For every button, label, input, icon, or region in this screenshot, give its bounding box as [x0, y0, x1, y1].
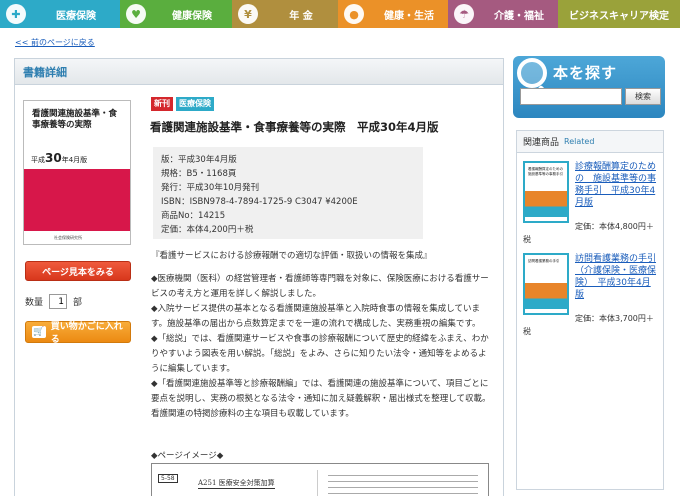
related-tax: 税: [523, 327, 531, 336]
search-panel: 本を探す 検索: [513, 56, 665, 118]
nav-item-label: 健康保険: [172, 10, 212, 22]
nav-item-business-career[interactable]: ビジネスキャリア検定: [558, 0, 680, 28]
related-link[interactable]: 訪問看護業務の手引（介護保険・医療保険） 平成30年4月版: [575, 253, 659, 301]
cover-red-band: [24, 169, 130, 231]
page-image-preview: 5-58 A251 医療安全対策加算: [151, 463, 489, 496]
spec-format: 規格：B5・1168頁: [161, 169, 237, 179]
new-badge: 新刊: [151, 97, 173, 111]
cross-icon: ✚: [6, 4, 26, 24]
spec-edition: 版：平成30年4月版: [161, 155, 237, 165]
related-products: 関連商品 Related 看護報酬算定のための施設基準等の事務手引 診療報酬算定…: [516, 130, 664, 490]
related-price: 定価：本体4,800円＋: [575, 222, 654, 231]
description-paragraph: ◆「看護関連施設基準等と診療報酬編」では、看護関連の施設基準について、項目ごとに…: [151, 379, 491, 419]
spec-product-no: 商品No：14215: [161, 211, 226, 221]
category-badge: 医療保険: [176, 97, 214, 111]
quantity-input[interactable]: [49, 294, 68, 309]
cover-edition: 平成30年4月版: [31, 151, 123, 167]
page-image-label: ◆ページイメージ◆: [151, 451, 224, 461]
nav-item-health-insurance[interactable]: ♥ 健康保険: [120, 0, 232, 28]
quantity-label: 数量: [25, 298, 44, 308]
related-title-en: Related: [564, 137, 595, 146]
related-price: 定価：本体3,700円＋: [575, 314, 654, 323]
description-paragraph: ◆医療機関（医科）の経営管理者・看護師等専門職を対象に、保険医療における看護サー…: [151, 274, 489, 299]
add-to-cart-label: 買い物かごに入れる: [50, 322, 123, 345]
nav-item-label: 年 金: [289, 10, 313, 22]
view-sample-button[interactable]: ページ見本をみる: [25, 261, 131, 281]
cover-publisher: 社会保険研究所: [54, 235, 82, 240]
related-link[interactable]: 診療報酬算定のための 施設基準等の事務手引 平成30年4月版: [575, 161, 659, 209]
related-thumbnail[interactable]: 看護報酬算定のための施設基準等の事務手引: [523, 161, 569, 223]
nav-item-pension[interactable]: ¥ 年 金: [232, 0, 338, 28]
nav-item-label: 健康・生活: [384, 10, 434, 22]
quantity-row: 数量 部: [25, 294, 82, 309]
related-header: 関連商品 Related: [517, 131, 663, 153]
spec-box: 版：平成30年4月版 規格：B5・1168頁 発行：平成30年10月発刊 ISB…: [153, 147, 423, 239]
related-thumbnail[interactable]: 訪問看護業務の手引: [523, 253, 569, 315]
description-paragraph: ◆「総説」では、看護関連サービスや食事の診療報酬について歴史的経緯をふまえ、わか…: [151, 334, 489, 374]
cart-icon: 🛒: [32, 326, 46, 338]
description: 『看護サービスにおける診療報酬での適切な評価・取扱いの情報を集成』 ◆医療機関（…: [151, 249, 495, 422]
spec-isbn: ISBN：ISBN978-4-7894-1725-9 C3047 ¥4200E: [161, 197, 358, 207]
cover-title: 看護関連施設基準・食事療養等の実際: [32, 109, 118, 130]
spec-issue: 発行：平成30年10月発刊: [161, 183, 260, 193]
nav-item-medical-insurance[interactable]: ✚ 医療保険: [0, 0, 120, 28]
nav-item-label: 医療保険: [56, 10, 96, 22]
description-lead: 『看護サービスにおける診療報酬での適切な評価・取扱いの情報を集成』: [151, 251, 432, 261]
book-detail-panel: 書籍詳細 看護関連施設基準・食事療養等の実際 平成30年4月版 社会保険研究所 …: [14, 58, 504, 496]
add-to-cart-button[interactable]: 🛒 買い物かごに入れる: [25, 321, 131, 345]
badges: 新刊 医療保険: [151, 97, 214, 111]
top-nav: ✚ 医療保険 ♥ 健康保険 ¥ 年 金 ● 健康・生活 ☂ 介護・福祉 ビジネス…: [0, 0, 680, 28]
panel-title: 書籍詳細: [23, 65, 67, 79]
book-cover: 看護関連施設基準・食事療養等の実際 平成30年4月版 社会保険研究所: [23, 100, 131, 245]
related-tax: 税: [523, 235, 531, 244]
apple-icon: ●: [344, 4, 364, 24]
description-paragraph: ◆入院サービス提供の基本となる看護関連施設基準と入院時食事の情報を集成しています…: [151, 304, 481, 329]
preview-heading: A251 医療安全対策加算: [198, 479, 275, 489]
product-title: 看護関連施設基準・食事療養等の実際 平成30年4月版: [150, 120, 439, 134]
quantity-unit: 部: [73, 298, 83, 308]
preview-tag: 5-58: [158, 474, 178, 483]
nav-item-label: ビジネスキャリア検定: [569, 10, 669, 22]
back-link[interactable]: << 前のページに戻る: [15, 37, 95, 48]
search-title: 本を探す: [553, 64, 618, 82]
panel-header: 書籍詳細: [15, 59, 503, 85]
spec-price: 定価：本体4,200円＋税: [161, 225, 254, 235]
related-title: 関連商品: [523, 138, 560, 148]
heart-icon: ♥: [126, 4, 146, 24]
umbrella-icon: ☂: [454, 4, 474, 24]
nav-item-label: 介護・福祉: [494, 10, 544, 22]
search-button[interactable]: 検索: [625, 88, 661, 105]
nav-item-health-life[interactable]: ● 健康・生活: [338, 0, 448, 28]
magnifier-icon: [517, 58, 547, 88]
nav-item-welfare[interactable]: ☂ 介護・福祉: [448, 0, 558, 28]
search-input[interactable]: [520, 88, 622, 105]
yen-icon: ¥: [238, 4, 258, 24]
